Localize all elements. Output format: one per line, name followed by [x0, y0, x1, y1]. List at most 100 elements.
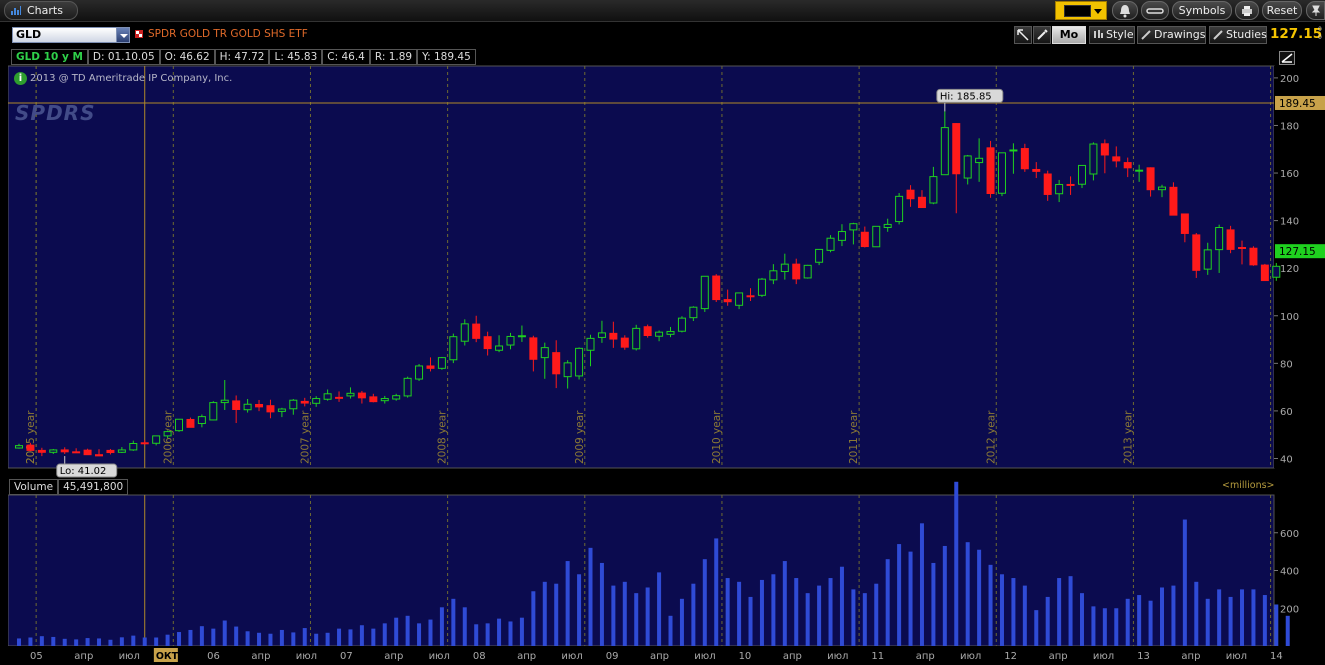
year-label: 2012 year: [985, 410, 997, 464]
symbol-bar: GLD SPDR GOLD TR GOLD SHS ETF Mo Style D…: [0, 24, 1325, 46]
volume-bar: [462, 607, 467, 646]
x-axis-label: июл: [296, 651, 317, 662]
volume-units: <millions>: [1222, 480, 1275, 491]
candle-body: [929, 176, 938, 204]
volume-bar: [508, 621, 513, 646]
volume-bar: [599, 562, 604, 646]
candle-body: [1112, 156, 1121, 162]
candle-body: [37, 449, 46, 453]
volume-bar: [234, 626, 239, 646]
candle-body: [357, 392, 366, 399]
pin-button[interactable]: [1306, 1, 1325, 20]
candle-body: [346, 392, 355, 397]
link-button[interactable]: [1141, 1, 1169, 20]
volume-bar: [165, 634, 170, 646]
print-button[interactable]: [1235, 1, 1259, 20]
candle-body: [1055, 183, 1064, 195]
candle-body: [152, 435, 161, 444]
price-tick-label: 160: [1280, 169, 1299, 180]
candle-body: [735, 292, 744, 306]
year-label: 2013 year: [1122, 410, 1134, 464]
charts-tab[interactable]: Charts: [4, 1, 78, 20]
drawings-button[interactable]: Drawings: [1137, 26, 1206, 44]
alert-bell-button[interactable]: [1112, 1, 1138, 20]
symbol-dropdown-button[interactable]: [116, 27, 130, 43]
x-axis-label: ОКТ: [156, 651, 179, 662]
chart-symbol-period[interactable]: GLD 10 y M: [11, 49, 88, 65]
volume-label: Volume: [9, 479, 59, 495]
volume-bar: [851, 589, 856, 646]
charts-tab-label: Charts: [27, 4, 63, 17]
candle-body: [792, 263, 801, 280]
studies-button[interactable]: Studies: [1209, 26, 1267, 44]
aggregation-button[interactable]: Mo: [1052, 26, 1086, 44]
last-price: 127.15: [1270, 26, 1323, 42]
reset-button[interactable]: Reset: [1262, 1, 1302, 20]
candle-body: [1043, 173, 1052, 195]
x-axis-label: 08: [473, 651, 486, 662]
candle-body: [632, 327, 641, 350]
candle-body: [392, 395, 401, 400]
volume-bar: [1240, 589, 1245, 646]
tiny-indicator: 00: [1318, 26, 1322, 41]
x-axis-label: июл: [960, 651, 981, 662]
volume-bar: [874, 583, 879, 646]
x-axis-label: 14: [1270, 651, 1283, 662]
candle-body: [72, 451, 81, 454]
candle-body: [803, 264, 812, 279]
candle-body: [940, 127, 949, 176]
studies-label: Studies: [1226, 28, 1267, 41]
volume-bar: [497, 618, 502, 646]
x-axis-label: апр: [74, 651, 93, 662]
volume-bar: [748, 596, 753, 646]
volume-bar: [211, 628, 216, 646]
volume-bar: [611, 585, 616, 646]
candle-body: [323, 393, 332, 400]
volume-bar: [279, 629, 284, 646]
candle-body: [655, 331, 664, 337]
color-picker[interactable]: [1055, 1, 1107, 20]
year-label: 2011 year: [848, 410, 860, 464]
style-button[interactable]: Style: [1089, 26, 1135, 44]
volume-bar: [485, 623, 490, 646]
exchange-flag-icon: [135, 30, 143, 38]
volume-bar: [531, 591, 536, 646]
volume-bar: [1182, 519, 1187, 646]
crosshair-tool-button[interactable]: [1014, 26, 1032, 44]
volume-bar: [154, 637, 159, 646]
candle-body: [700, 275, 709, 310]
volume-bar: [977, 549, 982, 646]
volume-bar: [119, 637, 124, 646]
volume-bar: [97, 638, 102, 646]
settings-tool-button[interactable]: [1033, 26, 1051, 44]
volume-bar: [439, 607, 444, 646]
candle-body: [769, 270, 778, 281]
candle-body: [449, 336, 458, 361]
volume-bar: [1079, 593, 1084, 646]
candle-body: [849, 223, 858, 231]
volume-bar: [1262, 595, 1267, 646]
volume-bar: [1171, 585, 1176, 646]
volume-bar: [634, 593, 639, 646]
info-icon[interactable]: i: [14, 72, 27, 85]
candle-body: [1089, 143, 1098, 175]
symbols-button[interactable]: Symbols: [1172, 1, 1232, 20]
volume-bar: [108, 639, 113, 646]
x-axis-label: июл: [1226, 651, 1247, 662]
volume-bar: [1114, 608, 1119, 646]
volume-bar: [337, 628, 342, 646]
candle-body: [289, 399, 298, 410]
candle-body: [609, 332, 618, 340]
symbol-input[interactable]: GLD: [12, 27, 118, 43]
volume-bar: [314, 633, 319, 646]
volume-bar: [1137, 595, 1142, 646]
price-chart[interactable]: 4060801001201401601802002004006002002005…: [8, 48, 1325, 665]
x-axis-label: 06: [207, 651, 220, 662]
drawing-tool-button[interactable]: [1279, 51, 1295, 65]
candle-body: [1249, 247, 1258, 266]
volume-bar: [1034, 610, 1039, 646]
candle-body: [575, 347, 584, 377]
volume-bar: [428, 619, 433, 646]
volume-bar: [519, 617, 524, 646]
x-axis-label: 09: [606, 651, 619, 662]
